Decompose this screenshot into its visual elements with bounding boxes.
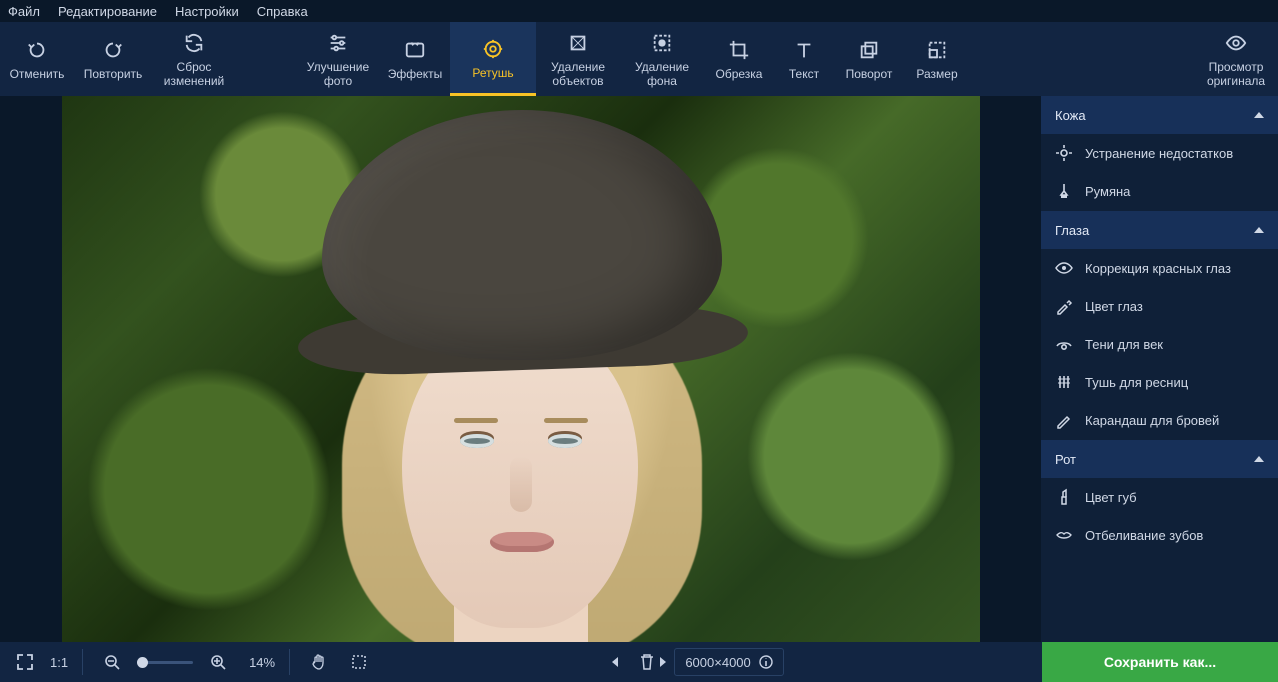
bg-remove-icon <box>651 32 673 54</box>
target-icon <box>1055 144 1073 162</box>
fullscreen-button[interactable] <box>10 642 40 682</box>
fullscreen-icon <box>16 653 34 671</box>
retouch-panel: Кожа Устранение недостатков Румяна Глаза… <box>1041 96 1278 642</box>
crop-button[interactable]: Обрезка <box>704 22 774 96</box>
chevron-up-icon <box>1254 456 1264 462</box>
rotate-icon <box>858 39 880 61</box>
eraser-icon <box>567 32 589 54</box>
zoom-percent: 14% <box>249 655 275 670</box>
remove-objects-button[interactable]: Удаление объектов <box>536 22 620 96</box>
effects-icon <box>404 39 426 61</box>
main-area: Кожа Устранение недостатков Румяна Глаза… <box>0 96 1278 642</box>
save-as-button[interactable]: Сохранить как... <box>1042 642 1278 682</box>
selection-icon <box>350 653 368 671</box>
hand-icon <box>310 653 328 671</box>
section-skin-header[interactable]: Кожа <box>1041 96 1278 134</box>
zoom-out-icon <box>104 654 120 670</box>
menu-edit[interactable]: Редактирование <box>58 4 157 19</box>
prev-button[interactable] <box>600 642 630 682</box>
lips-icon <box>1055 526 1073 544</box>
zoom-in-button[interactable] <box>203 642 233 682</box>
retouch-icon <box>482 38 504 60</box>
menu-bar: Файл Редактирование Настройки Справка <box>0 0 1278 22</box>
prev-icon <box>608 655 622 669</box>
menu-settings[interactable]: Настройки <box>175 4 239 19</box>
item-red-eye[interactable]: Коррекция красных глаз <box>1041 249 1278 287</box>
item-eye-color[interactable]: Цвет глаз <box>1041 287 1278 325</box>
main-toolbar: Отменить Повторить Сброс изменений Улучш… <box>0 22 1278 96</box>
sliders-icon <box>327 32 349 54</box>
hand-tool-button[interactable] <box>304 642 334 682</box>
text-icon <box>793 39 815 61</box>
item-lip-color[interactable]: Цвет губ <box>1041 478 1278 516</box>
remove-bg-button[interactable]: Удаление фона <box>620 22 704 96</box>
crop-icon <box>728 39 750 61</box>
item-blemish-removal[interactable]: Устранение недостатков <box>1041 134 1278 172</box>
actual-size-button[interactable]: 1:1 <box>50 642 68 682</box>
next-icon <box>656 655 670 669</box>
section-eyes-header[interactable]: Глаза <box>1041 211 1278 249</box>
bottom-bar: 1:1 14% 6000×4000 Сохранить как... <box>0 642 1278 682</box>
item-brow-pencil[interactable]: Карандаш для бровей <box>1041 401 1278 439</box>
pencil-icon <box>1055 411 1073 429</box>
text-button[interactable]: Текст <box>774 22 834 96</box>
mascara-icon <box>1055 373 1073 391</box>
undo-icon <box>26 39 48 61</box>
effects-button[interactable]: Эффекты <box>380 22 450 96</box>
brush-icon <box>1055 182 1073 200</box>
chevron-up-icon <box>1254 227 1264 233</box>
eye-icon <box>1225 32 1247 54</box>
resize-icon <box>926 39 948 61</box>
view-original-button[interactable]: Просмотр оригинала <box>1194 22 1278 96</box>
item-teeth-whiten[interactable]: Отбеливание зубов <box>1041 516 1278 554</box>
rotate-button[interactable]: Поворот <box>834 22 904 96</box>
item-mascara[interactable]: Тушь для ресниц <box>1041 363 1278 401</box>
zoom-in-icon <box>210 654 226 670</box>
zoom-out-button[interactable] <box>97 642 127 682</box>
enhance-button[interactable]: Улучшение фото <box>296 22 380 96</box>
reset-icon <box>183 32 205 54</box>
canvas-area[interactable] <box>0 96 1041 642</box>
dropper-icon <box>1055 297 1073 315</box>
reset-button[interactable]: Сброс изменений <box>152 22 236 96</box>
next-button[interactable] <box>648 642 678 682</box>
dimensions-display: 6000×4000 <box>674 648 783 676</box>
undo-button[interactable]: Отменить <box>0 22 74 96</box>
redo-icon <box>102 39 124 61</box>
redo-button[interactable]: Повторить <box>74 22 152 96</box>
resize-button[interactable]: Размер <box>904 22 970 96</box>
eye-icon <box>1055 259 1073 277</box>
zoom-slider[interactable] <box>137 661 193 664</box>
info-icon[interactable] <box>759 655 773 669</box>
item-blush[interactable]: Румяна <box>1041 172 1278 210</box>
eyeshadow-icon <box>1055 335 1073 353</box>
menu-help[interactable]: Справка <box>257 4 308 19</box>
photo-preview <box>62 96 980 642</box>
chevron-up-icon <box>1254 112 1264 118</box>
zoom-slider-thumb[interactable] <box>137 657 148 668</box>
retouch-button[interactable]: Ретушь <box>450 22 536 96</box>
item-eyeshadow[interactable]: Тени для век <box>1041 325 1278 363</box>
menu-file[interactable]: Файл <box>8 4 40 19</box>
section-mouth-header[interactable]: Рот <box>1041 440 1278 478</box>
selection-tool-button[interactable] <box>344 642 374 682</box>
lipstick-icon <box>1055 488 1073 506</box>
